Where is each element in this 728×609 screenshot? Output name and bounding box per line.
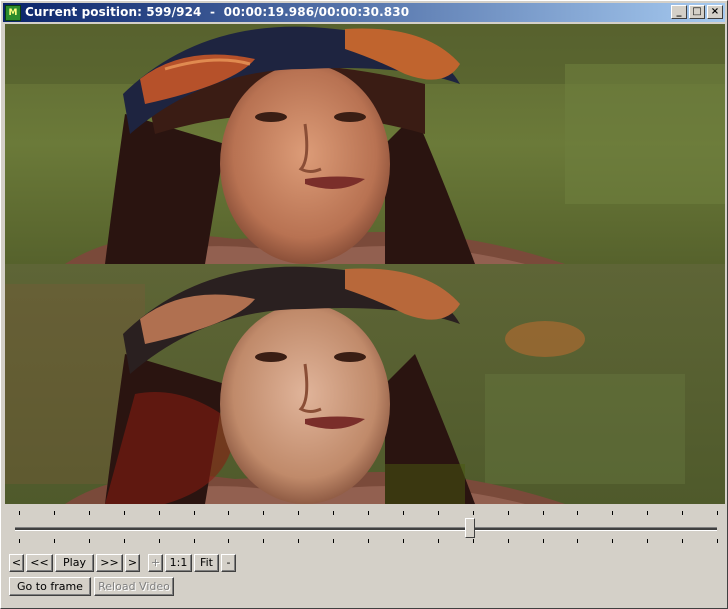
next-frame-button[interactable]: > [125, 554, 140, 572]
slider-tick [298, 511, 299, 515]
processed-video-frame [5, 264, 725, 504]
slider-tick [333, 539, 334, 543]
slider-tick [124, 539, 125, 543]
source-video-image [5, 24, 725, 264]
slider-tick [54, 539, 55, 543]
video-preview-window: M Current position: 599/924 - 00:00:19.9… [0, 0, 728, 609]
slider-tick [19, 539, 20, 543]
slider-tick [194, 511, 195, 515]
zoom-1to1-button[interactable]: 1:1 [165, 554, 192, 572]
window-controls: _ □ × [671, 5, 723, 19]
window-title: Current position: 599/924 - 00:00:19.986… [25, 5, 410, 19]
slider-tick [717, 511, 718, 515]
close-button[interactable]: × [707, 5, 723, 19]
slider-tick [473, 511, 474, 515]
seek-slider[interactable] [5, 505, 725, 549]
slider-track[interactable] [15, 527, 717, 531]
slider-tick [647, 511, 648, 515]
slider-tick [194, 539, 195, 543]
slider-tick [403, 511, 404, 515]
slider-tick [54, 511, 55, 515]
reload-video-button[interactable]: Reload Video [94, 577, 174, 596]
minimize-button[interactable]: _ [671, 5, 687, 19]
prev-frame-button[interactable]: < [9, 554, 24, 572]
zoom-in-button[interactable]: + [148, 554, 163, 572]
slider-tick [89, 539, 90, 543]
go-to-frame-button[interactable]: Go to frame [9, 577, 91, 596]
slider-tick [682, 539, 683, 543]
app-icon[interactable]: M [5, 4, 21, 21]
slider-tick [473, 539, 474, 543]
slider-tick [438, 539, 439, 543]
slider-ticks-top [19, 511, 718, 515]
zoom-out-button[interactable]: - [221, 554, 236, 572]
slider-tick [89, 511, 90, 515]
fit-button[interactable]: Fit [194, 554, 219, 572]
slider-tick [577, 511, 578, 515]
slider-tick [682, 511, 683, 515]
slider-tick [612, 539, 613, 543]
slider-tick [543, 511, 544, 515]
slider-tick [19, 511, 20, 515]
source-video-frame [5, 24, 725, 264]
slider-tick [508, 511, 509, 515]
slider-tick [298, 539, 299, 543]
title-bar[interactable]: M Current position: 599/924 - 00:00:19.9… [3, 3, 725, 22]
slider-tick [368, 539, 369, 543]
slider-tick [647, 539, 648, 543]
slider-tick [159, 511, 160, 515]
rewind-button[interactable]: << [26, 554, 53, 572]
slider-tick [228, 539, 229, 543]
slider-tick [717, 539, 718, 543]
slider-thumb[interactable] [465, 518, 475, 538]
slider-tick [263, 539, 264, 543]
slider-tick [438, 511, 439, 515]
slider-tick [612, 511, 613, 515]
fast-forward-button[interactable]: >> [96, 554, 123, 572]
maximize-button[interactable]: □ [689, 5, 705, 19]
slider-tick [543, 539, 544, 543]
slider-tick [508, 539, 509, 543]
slider-tick [333, 511, 334, 515]
processed-video-image [5, 264, 725, 504]
play-button[interactable]: Play [55, 554, 94, 572]
slider-tick [159, 539, 160, 543]
slider-tick [228, 511, 229, 515]
slider-ticks-bottom [19, 539, 718, 543]
slider-tick [403, 539, 404, 543]
slider-tick [263, 511, 264, 515]
slider-tick [124, 511, 125, 515]
slider-tick [368, 511, 369, 515]
slider-tick [577, 539, 578, 543]
